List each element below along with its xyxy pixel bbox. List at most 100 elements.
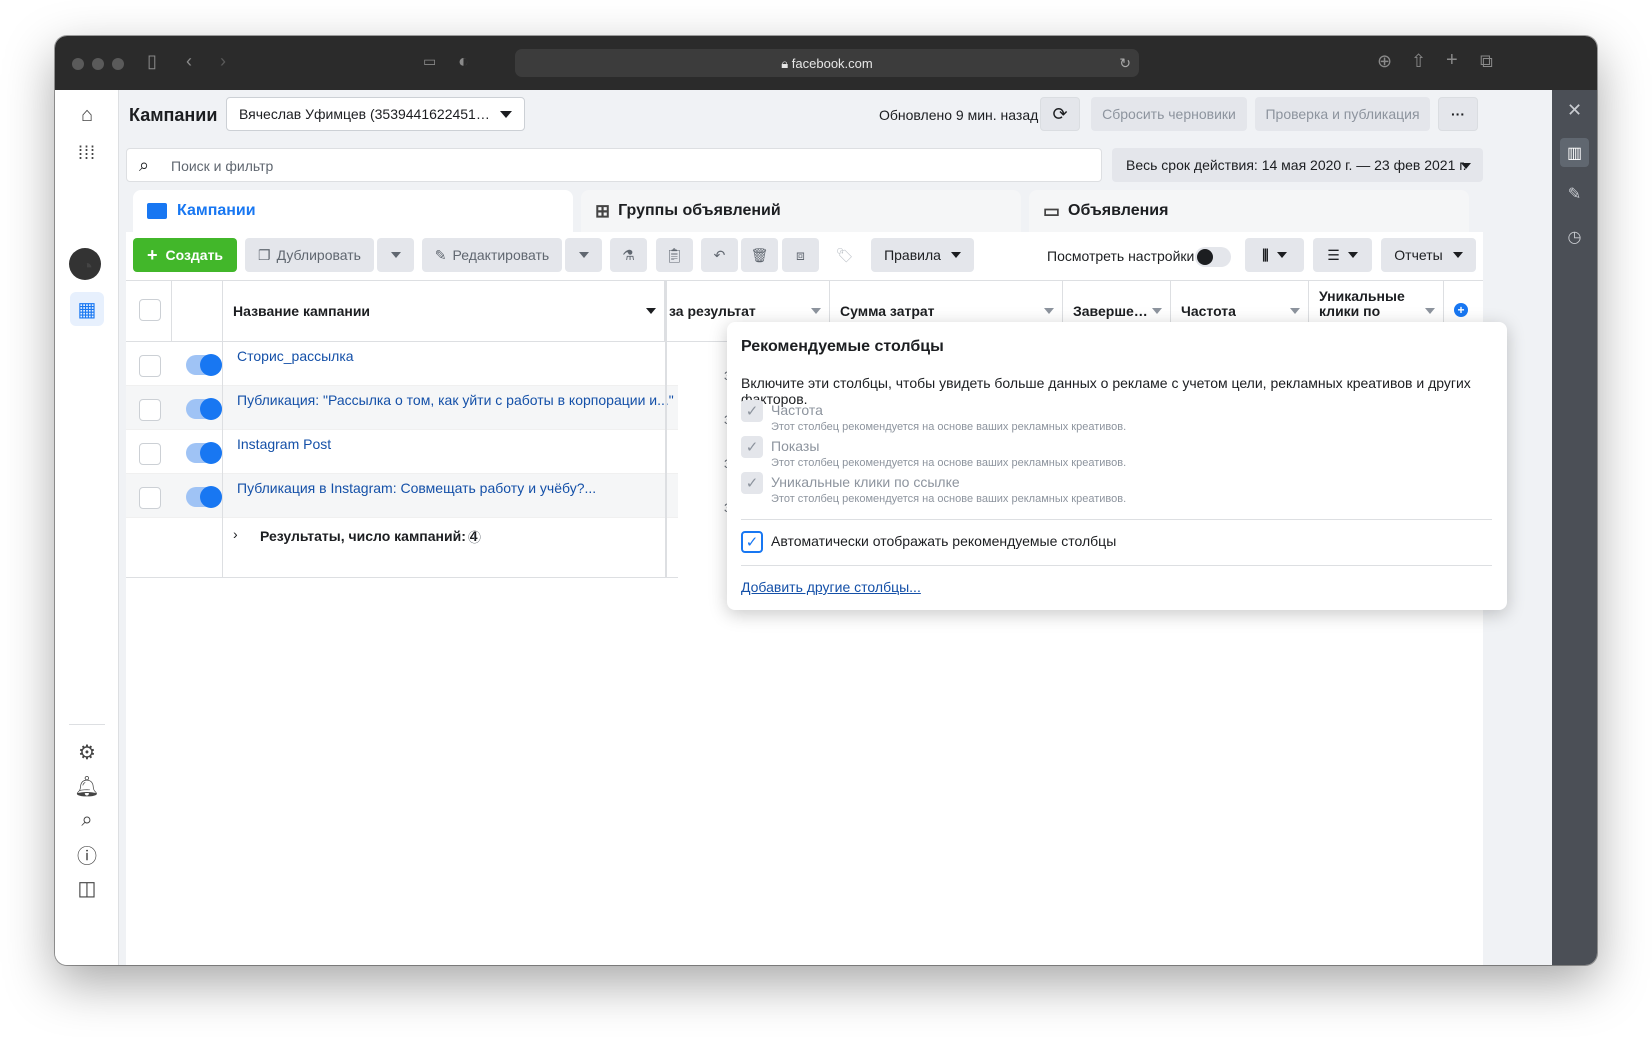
search-icon: ⌕ [139, 155, 150, 175]
table-row[interactable]: Сторис_рассылка [126, 342, 678, 386]
tab-ads-label: Объявления [1068, 202, 1169, 219]
row-checkbox[interactable] [139, 399, 161, 421]
help-icon[interactable]: ⓘ [70, 837, 104, 871]
recommended-column-note: Этот столбец рекомендуется на основе ваш… [771, 421, 1127, 433]
campaign-name-link[interactable]: Публикация в Instagram: Совмещать работу… [237, 480, 596, 496]
toggle-knob [200, 354, 222, 376]
summary-label: Результаты, число кампаний: 4 [260, 528, 478, 544]
clipboard-icon: 📋︎ [665, 246, 684, 263]
clipboard-button[interactable]: 📋︎ [656, 238, 693, 272]
refresh-button[interactable]: ⟳ [1040, 97, 1080, 131]
discard-drafts-button[interactable]: Сбросить черновики [1091, 97, 1247, 131]
minimize-window-button[interactable] [92, 58, 104, 70]
ads-manager-table-icon[interactable]: ▦ [70, 292, 104, 326]
apps-grid-icon[interactable]: ⁞⁞⁞ [70, 136, 104, 170]
zoom-window-button[interactable] [112, 58, 124, 70]
back-icon[interactable]: ‹ [186, 52, 192, 70]
row-checkbox[interactable] [139, 487, 161, 509]
dashboard-gauge-icon[interactable]: ◔ [70, 250, 104, 284]
chevron-right-icon[interactable]: › [233, 526, 238, 542]
refresh-icon: ⟳ [1052, 103, 1068, 124]
pencil-icon: ✎ [434, 246, 447, 263]
sidebar-toggle-icon[interactable]: ▯ [147, 52, 157, 70]
undo-button[interactable]: ↶ [701, 238, 738, 272]
info-icon[interactable]: ⓘ [468, 527, 481, 546]
table-row[interactable]: Публикация: "Рассылка о том, как уйти с … [126, 386, 678, 430]
reports-button[interactable]: Отчеты [1381, 238, 1476, 272]
lock-icon: 🔒︎ [781, 56, 792, 71]
edit-button[interactable]: ✎ Редактировать [422, 238, 562, 272]
last-updated-text: Обновлено 9 мин. назад [879, 107, 1039, 123]
toggle-knob [200, 486, 222, 508]
pencil-icon[interactable]: ✎ [1560, 179, 1589, 208]
close-icon[interactable]: ✕ [1560, 96, 1589, 125]
campaign-name-link[interactable]: Сторис_рассылка [237, 348, 354, 364]
add-column-icon[interactable]: + [1454, 303, 1468, 317]
tab-ad-sets[interactable]: ⊞ Группы объявлений [581, 190, 1021, 232]
auto-show-checkbox[interactable]: ✓ [741, 531, 763, 553]
search-filter-bar[interactable]: ⌕ Поиск и фильтр [126, 148, 1102, 182]
ad-sets-grid-icon: ⊞ [595, 200, 611, 221]
delete-button[interactable]: 🗑︎ [741, 238, 778, 272]
address-bar[interactable]: 🔒︎ facebook.com ↻ [515, 49, 1139, 77]
clock-icon[interactable]: ◷ [1560, 222, 1589, 251]
summary-row: › Результаты, число кампаний: 4 ⓘ [126, 518, 678, 578]
forward-icon[interactable]: › [220, 52, 226, 70]
tag-button[interactable]: 🏷︎ [826, 238, 863, 272]
home-icon[interactable]: ⌂ [70, 98, 104, 132]
date-range-picker[interactable]: Весь срок действия: 14 мая 2020 г. — 23 … [1112, 148, 1483, 182]
campaign-name-column-header[interactable]: Название кампании [223, 281, 665, 341]
preview-button[interactable]: ⧈ [782, 238, 819, 272]
page-title: Кампании [129, 105, 218, 125]
row-checkbox[interactable] [139, 355, 161, 377]
toggle-knob [1197, 249, 1213, 265]
tabs-icon[interactable]: ⧉ [1480, 52, 1493, 70]
campaign-toggle[interactable] [186, 442, 222, 464]
trash-icon: 🗑︎ [750, 246, 769, 263]
settings-gear-icon[interactable]: ⚙ [70, 735, 104, 769]
account-selector[interactable]: Вячеслав Уфимцев (3539441622451… [226, 97, 525, 131]
campaign-toggle[interactable] [186, 354, 222, 376]
popup-description: Включите эти столбцы, чтобы увидеть боль… [741, 375, 1471, 407]
duplicate-dropdown-button[interactable] [377, 238, 414, 272]
campaign-name-link[interactable]: Публикация: "Рассылка о том, как уйти с … [237, 392, 674, 408]
edit-dropdown-button[interactable] [565, 238, 602, 272]
columns-button[interactable]: ⫼ [1245, 238, 1304, 272]
chart-icon[interactable]: ▥ [1560, 138, 1589, 167]
review-publish-button[interactable]: Проверка и публикация [1255, 97, 1430, 131]
tab-ad-sets-label: Группы объявлений [618, 202, 781, 219]
privacy-shield-icon[interactable]: ◐ [458, 52, 469, 70]
share-icon[interactable]: ⇧ [1411, 52, 1426, 70]
notifications-bell-icon[interactable]: 🔔︎ [70, 769, 104, 803]
chevron-down-icon [578, 252, 589, 258]
close-window-button[interactable] [72, 58, 84, 70]
table-row[interactable]: Instagram Post [126, 430, 678, 474]
rules-button[interactable]: Правила [871, 238, 974, 272]
account-name: Вячеслав Уфимцев (3539441622451… [239, 106, 490, 122]
breakdown-button[interactable]: ☰ [1313, 238, 1372, 272]
ab-test-button[interactable]: ⚗ [610, 238, 647, 272]
row-checkbox[interactable] [139, 443, 161, 465]
campaign-toggle[interactable] [186, 398, 222, 420]
duplicate-button[interactable]: ❐ Дублировать [245, 238, 374, 272]
downloads-icon[interactable]: ⊕ [1377, 52, 1392, 70]
table-row[interactable]: Публикация в Instagram: Совмещать работу… [126, 474, 678, 518]
tag-icon: 🏷︎ [835, 246, 854, 263]
campaign-name-link[interactable]: Instagram Post [237, 436, 331, 452]
tab-overview-icon[interactable]: ▭ [423, 52, 436, 70]
reload-icon[interactable]: ↻ [1119, 55, 1131, 72]
panel-toggle-icon[interactable]: ◫ [70, 871, 104, 905]
tab-campaigns[interactable]: Кампании [133, 190, 573, 232]
search-icon[interactable]: ⌕ [70, 803, 104, 837]
campaign-toggle[interactable] [186, 486, 222, 508]
select-all-checkbox[interactable] [139, 299, 161, 321]
tab-ads[interactable]: ▭ Объявления [1029, 190, 1469, 232]
add-other-columns-label: Добавить другие столбцы... [741, 579, 921, 595]
view-settings-toggle[interactable] [1195, 247, 1231, 267]
add-other-columns-link[interactable]: Добавить другие столбцы... [741, 579, 921, 595]
ads-page-icon: ▭ [1043, 200, 1061, 221]
new-tab-icon[interactable]: + [1446, 50, 1458, 70]
create-button[interactable]: + Создать [133, 238, 237, 272]
more-options-button[interactable]: ··· [1438, 97, 1478, 131]
view-settings-label: Посмотреть настройки [1047, 248, 1195, 264]
